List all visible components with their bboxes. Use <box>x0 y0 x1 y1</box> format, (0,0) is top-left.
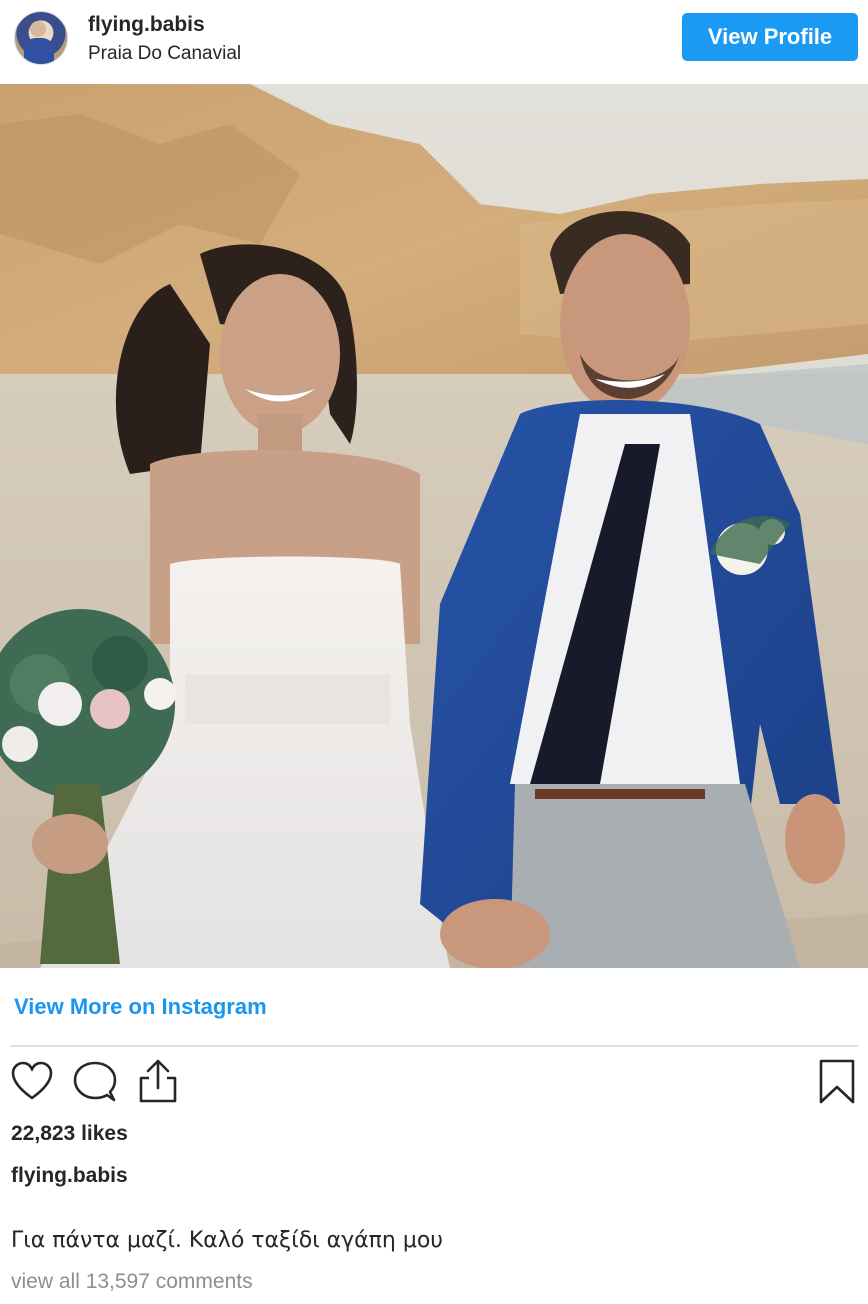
post-photo-illustration <box>0 84 868 968</box>
comment-icon <box>73 1061 117 1102</box>
likes-count[interactable]: 22,823 likes <box>11 1122 128 1146</box>
save-button[interactable] <box>818 1058 856 1111</box>
caption-username[interactable]: flying.babis <box>11 1164 128 1188</box>
share-button[interactable] <box>136 1058 180 1109</box>
comment-button[interactable] <box>72 1060 118 1109</box>
heart-icon <box>11 1061 53 1100</box>
post-header: flying.babis Praia Do Canavial View Prof… <box>0 0 868 84</box>
avatar-body-shape <box>24 38 54 64</box>
username[interactable]: flying.babis <box>88 13 205 37</box>
share-icon <box>139 1059 177 1103</box>
like-button[interactable] <box>10 1060 54 1109</box>
location[interactable]: Praia Do Canavial <box>88 43 241 65</box>
avatar[interactable] <box>14 11 68 65</box>
bookmark-icon <box>819 1059 855 1104</box>
view-more-on-instagram-link[interactable]: View More on Instagram <box>14 994 267 1020</box>
avatar-head-shape <box>30 21 46 37</box>
caption-text: Για πάντα μαζί. Καλό ταξίδι αγάπη μου <box>11 1228 444 1253</box>
view-profile-button[interactable]: View Profile <box>682 13 858 61</box>
divider <box>10 1045 858 1047</box>
post-photo[interactable] <box>0 84 868 968</box>
view-all-comments-link[interactable]: view all 13,597 comments <box>11 1270 253 1294</box>
